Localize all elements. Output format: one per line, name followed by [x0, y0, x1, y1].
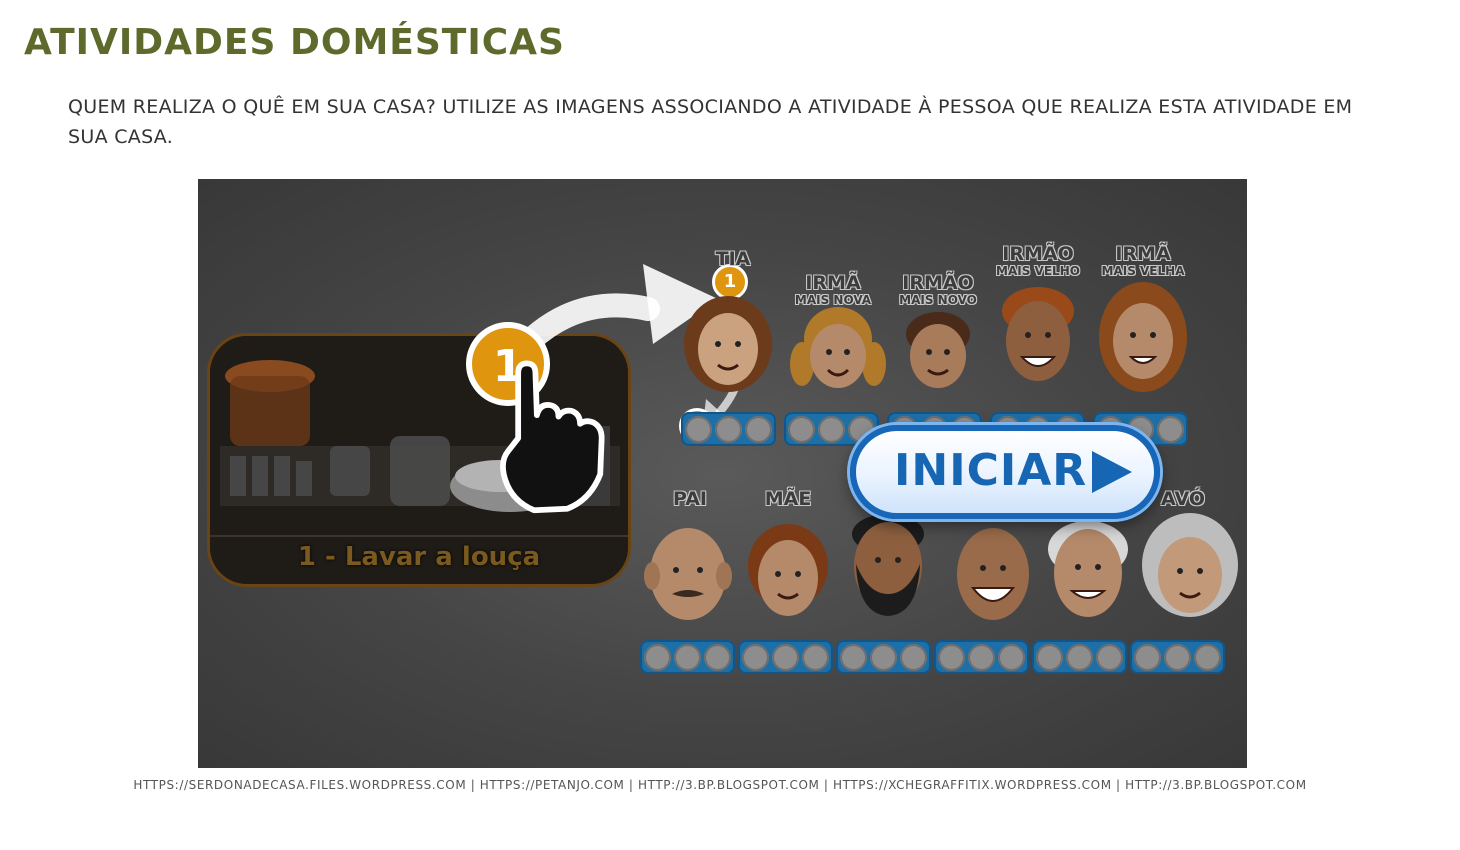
answer-slot[interactable]: [744, 415, 772, 443]
answer-slot[interactable]: [1036, 643, 1064, 671]
bearded-man-face: [852, 514, 924, 616]
answer-slot[interactable]: [788, 415, 816, 443]
answer-slot[interactable]: [644, 643, 672, 671]
answer-slot[interactable]: [703, 643, 731, 671]
father-face: [644, 528, 732, 620]
answer-slot[interactable]: [1134, 643, 1162, 671]
member-name-tia: TIA: [715, 248, 751, 270]
play-arrow-icon: [1092, 451, 1132, 493]
answer-slot[interactable]: [997, 643, 1025, 671]
aunt-face: [684, 296, 772, 392]
slot-bar-pai[interactable]: [640, 640, 735, 674]
answer-slot[interactable]: [1156, 415, 1184, 443]
activity-card-label: 1 - Lavar a louça: [297, 542, 541, 572]
pointer-hand-icon: [500, 360, 605, 514]
slot-bar-tia[interactable]: [681, 412, 776, 446]
answer-slot[interactable]: [840, 643, 868, 671]
younger-sister-face: [790, 307, 886, 388]
answer-slot[interactable]: [1065, 643, 1093, 671]
game-stage[interactable]: 1 - Lavar a louça 1 1 1 TIA IRMÃMAIS NOV…: [198, 179, 1247, 768]
grandfather-face: [1048, 521, 1128, 617]
answer-slot[interactable]: [938, 643, 966, 671]
member-name-pai: PAI: [673, 488, 707, 510]
younger-brother-face: [906, 312, 970, 388]
image-sources: HTTPS://SERDONADECASA.FILES.WORDPRESS.CO…: [133, 778, 1307, 792]
page-instructions: QUEM REALIZA O QUÊ EM SUA CASA? UTILIZE …: [68, 96, 1353, 148]
start-button[interactable]: INICIAR: [850, 425, 1160, 519]
answer-slot[interactable]: [899, 643, 927, 671]
answer-slot[interactable]: [817, 415, 845, 443]
older-sister-face: [1099, 282, 1187, 392]
answer-slot[interactable]: [869, 643, 897, 671]
answer-slot[interactable]: [673, 643, 701, 671]
answer-slot[interactable]: [685, 415, 713, 443]
mother-face: [748, 524, 828, 616]
member-name-irma-mais-velha: IRMÃ MAIS VELHA: [1101, 243, 1185, 278]
grandmother-face: [1142, 513, 1238, 617]
slot-bar-member-3[interactable]: [836, 640, 931, 674]
slot-bar-member-4[interactable]: [934, 640, 1029, 674]
slot-bar-mae[interactable]: [738, 640, 833, 674]
older-brother-face: [1002, 287, 1074, 381]
answer-slot[interactable]: [967, 643, 995, 671]
page-title: ATIVIDADES DOMÉSTICAS: [24, 22, 565, 63]
answer-slot[interactable]: [1163, 643, 1191, 671]
answer-slot[interactable]: [1095, 643, 1123, 671]
answer-slot[interactable]: [1193, 643, 1221, 671]
member-name-irmao-mais-velho: IRMÃO MAIS VELHO: [996, 243, 1080, 278]
answer-slot[interactable]: [742, 643, 770, 671]
answer-slot[interactable]: [771, 643, 799, 671]
slot-bar-avo[interactable]: [1130, 640, 1225, 674]
smiling-man-face: [957, 528, 1029, 620]
start-button-label: INICIAR: [894, 445, 1088, 496]
answer-slot[interactable]: [801, 643, 829, 671]
slot-bar-member-5[interactable]: [1032, 640, 1127, 674]
answer-slot[interactable]: [714, 415, 742, 443]
member-name-mae: MÃE: [764, 488, 812, 510]
